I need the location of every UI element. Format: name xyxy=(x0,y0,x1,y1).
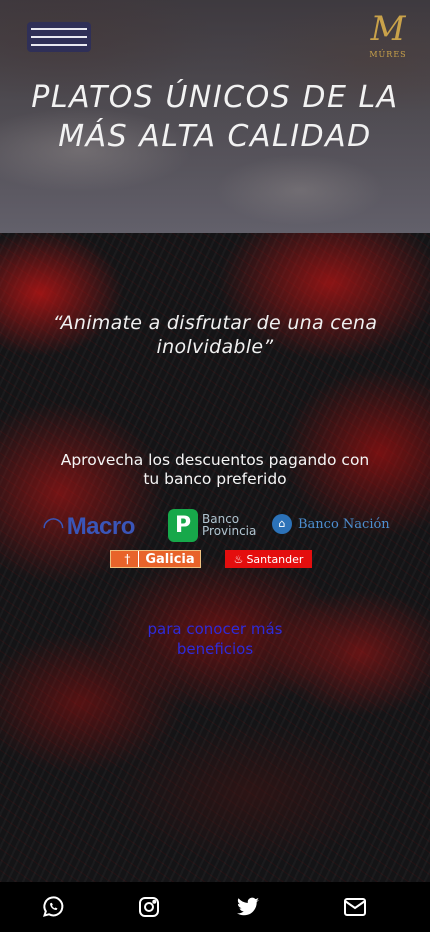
instagram-link[interactable] xyxy=(136,895,162,919)
banco-provincia-logo-icon: P xyxy=(168,508,198,542)
bank-provincia[interactable]: P Banco Provincia xyxy=(168,507,262,543)
more-benefits-link[interactable]: para conocer más beneficios xyxy=(130,619,300,659)
macro-logo-icon: ◠ xyxy=(42,512,65,542)
hero-banner: M MÚRES PLATOS ÚNICOS DE LA MÁS ALTA CAL… xyxy=(0,0,430,233)
social-footer xyxy=(0,882,430,932)
twitter-link[interactable] xyxy=(235,895,261,919)
email-link[interactable] xyxy=(342,895,368,919)
logo-wordmark: MÚRES xyxy=(369,50,407,59)
bank-galicia[interactable]: † Galicia xyxy=(110,550,201,568)
menu-button[interactable] xyxy=(27,22,91,52)
whatsapp-link[interactable] xyxy=(40,895,66,919)
hamburger-icon-line xyxy=(31,44,87,46)
bank-name: Banco Nación xyxy=(298,516,390,532)
instagram-icon xyxy=(139,897,159,917)
envelope-icon xyxy=(344,898,366,916)
galicia-logo-icon: † xyxy=(116,551,140,567)
bank-name: Santander xyxy=(246,552,304,566)
whatsapp-icon xyxy=(43,896,64,917)
banco-nacion-logo-icon: ⌂ xyxy=(272,514,292,534)
logo[interactable]: M MÚRES xyxy=(368,8,408,68)
logo-monogram: M xyxy=(370,9,406,49)
santander-flame-icon: ♨ xyxy=(233,552,244,566)
bank-name: Macro xyxy=(66,513,136,540)
hero-title: PLATOS ÚNICOS DE LA MÁS ALTA CALIDAD xyxy=(31,80,399,154)
hamburger-icon-line xyxy=(31,36,87,38)
bank-name: Galicia xyxy=(145,551,195,567)
twitter-icon xyxy=(237,897,259,916)
promo-text: Aprovecha los descuentos pagando con tu … xyxy=(60,451,370,488)
quote-text: “Animate a disfrutar de una cena inolvid… xyxy=(52,312,378,358)
bank-macro[interactable]: ◠ Macro xyxy=(42,512,135,542)
hamburger-icon-line xyxy=(31,28,87,30)
bank-nacion[interactable]: ⌂ Banco Nación xyxy=(272,512,390,536)
main-section: “Animate a disfrutar de una cena inolvid… xyxy=(0,233,430,882)
bank-santander[interactable]: ♨ Santander xyxy=(225,550,312,568)
bank-name: Banco Provincia xyxy=(202,512,257,538)
